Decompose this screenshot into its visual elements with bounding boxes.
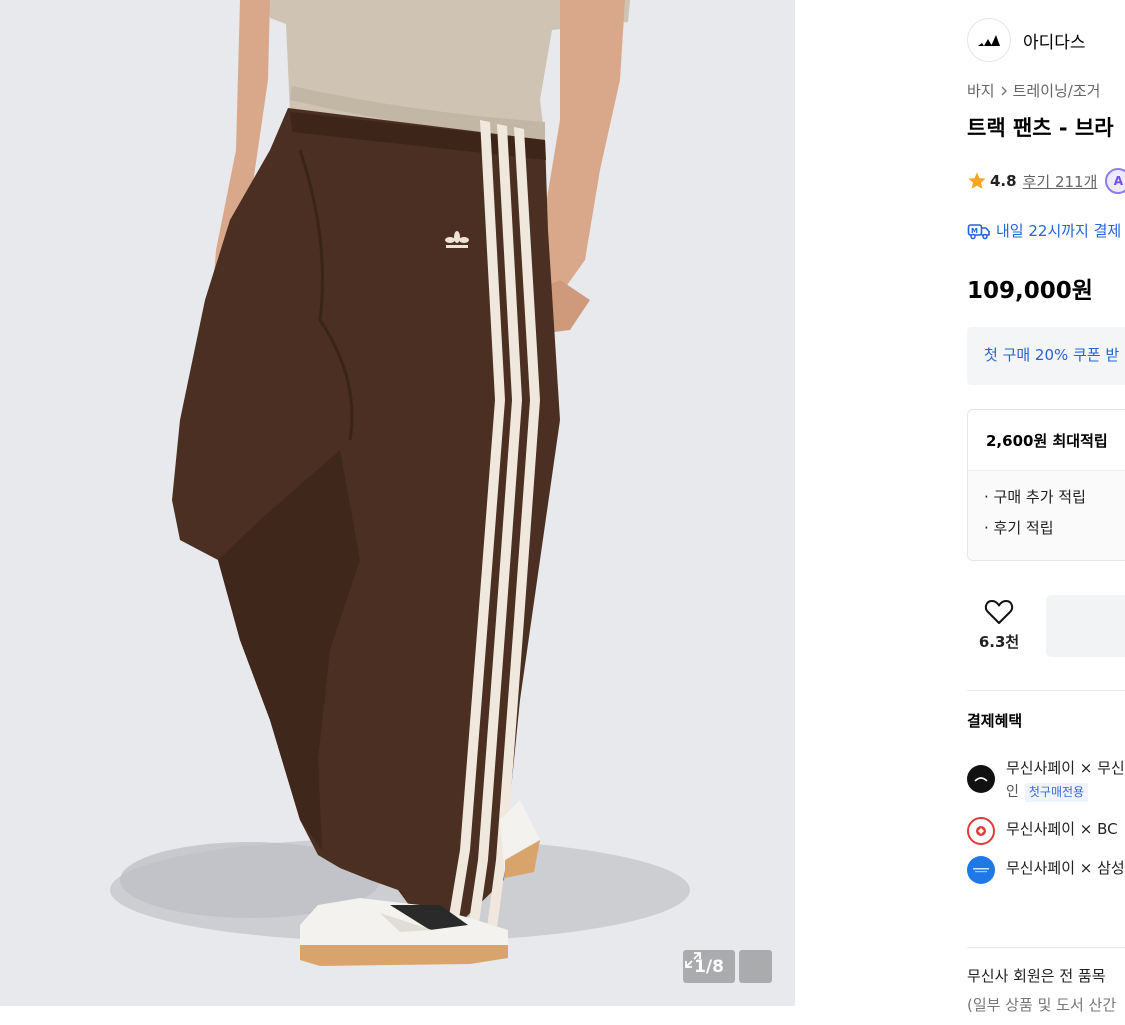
rating-row: 4.8 후기 211개 A (967, 168, 1125, 194)
delivery-info: M 내일 22시까지 결제 (967, 220, 1121, 241)
points-box: 2,600원 최대적립 · 구매 추가 적립 · 후기 적립 (967, 409, 1125, 561)
ai-badge-icon[interactable]: A (1105, 168, 1125, 194)
product-image-gallery[interactable]: 1/8 (0, 0, 795, 1006)
bc-card-logo-icon (967, 817, 995, 845)
payment-benefit-bc[interactable]: 무신사페이 × BC (967, 817, 1118, 845)
brand-row[interactable]: 아디다스 (967, 18, 1086, 62)
payment-benefit-musinsa[interactable]: 무신사페이 × 무신 인 첫구매전용 (967, 756, 1125, 804)
section-divider (967, 690, 1125, 691)
breadcrumb: 바지 트레이닝/조거 (967, 80, 1100, 101)
payment-benefit-text: 무신사페이 × 삼성 (1006, 859, 1125, 877)
gallery-controls: 1/8 (683, 950, 772, 983)
star-icon (968, 172, 986, 189)
purchase-button[interactable] (1046, 595, 1125, 657)
points-title: 2,600원 최대적립 (968, 410, 1125, 471)
price: 109,000원 (967, 278, 1093, 304)
musinsa-pay-logo-icon (967, 765, 995, 793)
section-divider (967, 947, 1125, 948)
member-benefit-text: 무신사 회원은 전 품목 (967, 967, 1106, 985)
payment-benefit-samsung[interactable]: 무신사페이 × 삼성 (967, 856, 1125, 884)
adidas-logo-icon (967, 18, 1011, 62)
delivery-truck-icon: M (967, 223, 990, 239)
delivery-text: 내일 22시까지 결제 (996, 222, 1122, 240)
product-title: 트랙 팬츠 - 브라 (967, 116, 1114, 140)
rating-value: 4.8 (990, 172, 1017, 190)
like-button[interactable]: 6.3천 (967, 598, 1031, 652)
chevron-right-icon (1001, 86, 1007, 95)
product-info-panel: 아디다스 바지 트레이닝/조거 트랙 팬츠 - 브라 4.8 후기 211개 A (967, 0, 1125, 1025)
samsung-card-logo-icon (967, 856, 995, 884)
svg-text:M: M (971, 227, 978, 235)
payment-benefit-text: 무신사페이 × 무신 (1006, 759, 1125, 777)
payment-benefit-text: 무신사페이 × BC (1006, 820, 1118, 838)
product-page: 1/8 아디다스 바지 트레이닝/조거 트랙 팬츠 - 브라 4.8 후기 21… (0, 0, 1125, 1025)
breadcrumb-item-pants[interactable]: 바지 (967, 80, 995, 101)
points-list: · 구매 추가 적립 · 후기 적립 (968, 471, 1125, 560)
points-item-review: · 후기 적립 (984, 519, 1054, 537)
expand-icon (685, 952, 701, 968)
first-purchase-tag: 첫구매전용 (1024, 782, 1089, 802)
coupon-banner[interactable]: 첫 구매 20% 쿠폰 받 (967, 327, 1125, 385)
like-count: 6.3천 (978, 633, 1020, 651)
payment-benefits-title: 결제혜택 (967, 712, 1023, 730)
expand-button[interactable] (685, 950, 772, 983)
breadcrumb-item-training[interactable]: 트레이닝/조거 (1013, 80, 1101, 101)
heart-icon (984, 600, 1014, 624)
brand-name: 아디다스 (1023, 32, 1086, 53)
points-item-purchase: · 구매 추가 적립 (984, 488, 1086, 506)
member-benefit-note: (일부 상품 및 도서 산간 (967, 996, 1117, 1014)
coupon-text: 첫 구매 20% 쿠폰 받 (984, 346, 1120, 364)
review-link[interactable]: 후기 211개 (1023, 171, 1098, 192)
payment-benefit-sub: 인 (1006, 784, 1019, 800)
product-photo (110, 0, 690, 966)
